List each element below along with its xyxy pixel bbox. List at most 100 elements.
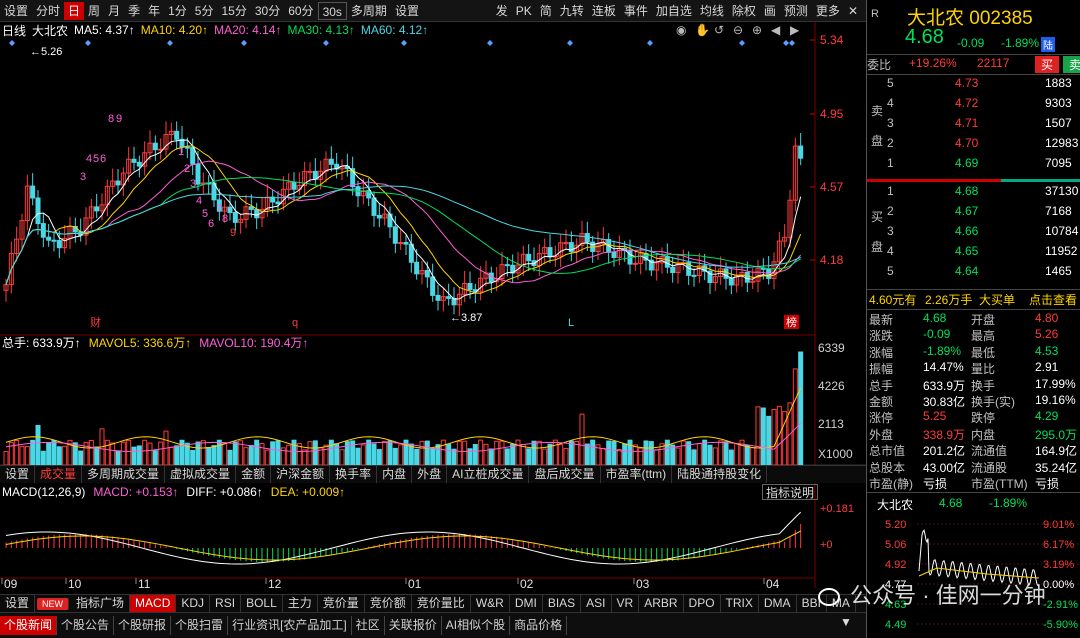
period-button-9[interactable]: 15分 [217, 2, 250, 20]
info-tab-6[interactable]: 关联报价 [385, 616, 442, 635]
price-axis-label: 5.34 [820, 33, 844, 47]
indicator-tab-6[interactable]: BOLL [241, 595, 283, 612]
period-button-0[interactable]: 设置 [0, 2, 32, 20]
period-button-11[interactable]: 60分 [284, 2, 317, 20]
vol-tab-7[interactable]: 内盘 [377, 466, 413, 483]
info-tab-5[interactable]: 社区 [352, 616, 385, 635]
tool-button-5[interactable]: 事件 [620, 2, 652, 20]
info-tab-1[interactable]: 个股公告 [57, 616, 115, 635]
indicator-tab-21[interactable]: MA [827, 595, 856, 612]
period-button-10[interactable]: 30分 [251, 2, 284, 20]
indicator-tab-20[interactable]: BBI [797, 595, 827, 612]
tool-button-11[interactable]: 更多 [812, 2, 844, 20]
indicator-tab-10[interactable]: 竞价量比 [412, 595, 471, 612]
indicator-tab-16[interactable]: ARBR [639, 595, 684, 612]
tool-button-3[interactable]: 九转 [556, 2, 588, 20]
info-tab-7[interactable]: AI相似个股 [442, 616, 511, 635]
collapse-arrow-icon[interactable]: ▼ [840, 615, 852, 629]
volume-bar [611, 441, 617, 466]
kline-chart[interactable]: 5.344.954.574.18633942262113X1000+0.181+… [0, 22, 866, 612]
tool-button-10[interactable]: 预测 [780, 2, 812, 20]
indicator-tab-19[interactable]: DMA [759, 595, 797, 612]
vol-tab-5[interactable]: 沪深金额 [271, 466, 331, 483]
vol-tab-8[interactable]: 外盘 [412, 466, 448, 483]
close-icon[interactable]: ✕ [844, 2, 862, 20]
volume-bar [323, 444, 329, 466]
period-button-13[interactable]: 多周期 [347, 2, 391, 20]
indicator-tab-12[interactable]: DMI [510, 595, 543, 612]
indicator-tab-11[interactable]: W&R [471, 595, 510, 612]
intraday-mini-chart[interactable]: 5.20 5.06 4.92 4.77 4.63 4.49 9.01% 6.17% 3.19% 0… [867, 516, 1080, 634]
info-tab-0[interactable]: 个股新闻 [0, 616, 58, 635]
indicator-tab-0[interactable]: 设置 [0, 595, 36, 612]
refresh-icon: ↺ [714, 23, 724, 37]
volume-bar [110, 442, 116, 466]
info-tab-8[interactable]: 商品价格 [510, 616, 568, 635]
indicator-tab-8[interactable]: 竞价量 [318, 595, 365, 612]
vol-tab-10[interactable]: 盘后成交量 [529, 466, 601, 483]
vol-tab-9[interactable]: AI立桩成交量 [447, 466, 530, 483]
volume-bar [606, 440, 612, 466]
indicator-tab-5[interactable]: RSI [210, 595, 242, 612]
info-tab-4[interactable]: 行业资讯[农产品加工] [228, 616, 352, 635]
level: 5 [887, 76, 894, 90]
next-icon: ▶ [790, 23, 800, 37]
tool-button-9[interactable]: 画 [760, 2, 780, 20]
stat-label: 总市值 [869, 444, 906, 459]
order-book-row: 4 4.72 9303 [867, 96, 1080, 116]
sell-button[interactable]: 卖 [1063, 56, 1080, 73]
stat-label: 内盘 [971, 427, 996, 442]
vol-tab-0[interactable]: 设置 [0, 466, 36, 483]
period-button-6[interactable]: 年 [144, 2, 164, 20]
indicator-tab-7[interactable]: 主力 [283, 595, 318, 612]
indicator-tab-14[interactable]: ASI [581, 595, 612, 612]
volume-bar [232, 441, 238, 466]
tool-button-0[interactable]: 发 [492, 2, 512, 20]
indicator-tab-9[interactable]: 竞价额 [365, 595, 412, 612]
period-button-5[interactable]: 季 [124, 2, 144, 20]
period-button-3[interactable]: 周 [84, 2, 104, 20]
indicator-tab-4[interactable]: KDJ [176, 595, 211, 612]
indicator-tab-17[interactable]: DPO [684, 595, 721, 612]
volume-bar [627, 439, 633, 466]
stat-label: 涨跌 [869, 329, 894, 344]
period-button-1[interactable]: 分时 [32, 2, 64, 20]
candle-body [424, 270, 430, 278]
vol-tab-3[interactable]: 虚拟成交量 [165, 466, 237, 483]
indicator-tab-1[interactable]: NEW [37, 597, 70, 610]
vol-tab-4[interactable]: 金额 [236, 466, 272, 483]
indicator-tab-18[interactable]: TRIX [721, 595, 759, 612]
indicator-tab-13[interactable]: BIAS [543, 595, 582, 612]
period-button-2[interactable]: 日 [64, 1, 85, 20]
tool-button-7[interactable]: 均线 [696, 2, 728, 20]
info-tab-3[interactable]: 个股扫雷 [171, 616, 229, 635]
tool-button-1[interactable]: PK [512, 2, 536, 20]
vol-tab-6[interactable]: 换手率 [330, 466, 378, 483]
tool-button-8[interactable]: 除权 [728, 2, 760, 20]
info-tab-2[interactable]: 个股研报 [114, 616, 172, 635]
big-order-link[interactable]: 点击查看 [1029, 291, 1077, 308]
period-button-12[interactable]: 30s [317, 1, 347, 20]
volume-bar [435, 444, 441, 466]
stat-value: -1.89% [923, 343, 962, 358]
period-button-7[interactable]: 1分 [164, 2, 191, 20]
tool-button-6[interactable]: 加自选 [652, 2, 696, 20]
indicator-tab-3[interactable]: MACD [130, 595, 177, 612]
buy-button[interactable]: 买 [1035, 56, 1060, 73]
vol-tab-12[interactable]: 陆股通持股变化 [672, 466, 768, 483]
period-button-4[interactable]: 月 [104, 2, 124, 20]
indicator-tab-15[interactable]: VR [612, 595, 640, 612]
main-indicator-tabs: 设置 NEW 指标广场 MACD KDJ RSI BOLL 主力 竞价量 竞价额 竞价量比 W&R DM… [0, 594, 866, 612]
vol-tab-1[interactable]: 成交量 [35, 466, 83, 483]
vol-tab-11[interactable]: 市盈率(ttm) [601, 466, 673, 483]
stat-label: 外盘 [869, 427, 894, 442]
tool-button-4[interactable]: 连板 [588, 2, 620, 20]
candle-body [131, 158, 137, 163]
volume-bar [360, 444, 366, 466]
indicator-help-button[interactable]: 指标说明 [762, 484, 819, 500]
tool-button-2[interactable]: 简 [536, 2, 556, 20]
vol-tab-2[interactable]: 多周期成交量 [82, 466, 166, 483]
period-button-14[interactable]: 设置 [391, 2, 423, 20]
period-button-8[interactable]: 5分 [191, 2, 218, 20]
indicator-tab-2[interactable]: 指标广场 [71, 595, 131, 612]
